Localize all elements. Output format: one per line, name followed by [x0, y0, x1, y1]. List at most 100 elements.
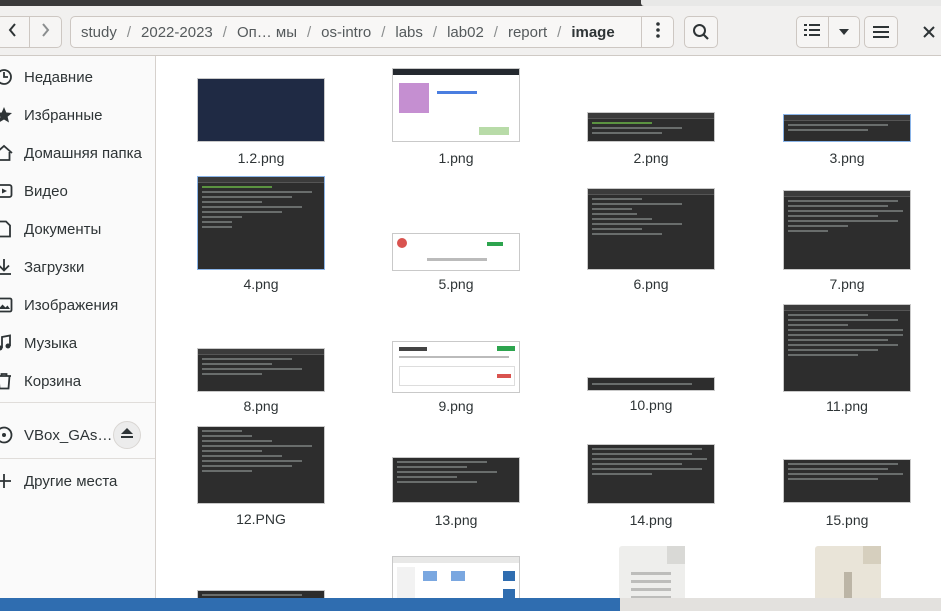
file-name: 11.png [826, 398, 868, 414]
sidebar-item-label: VBox_GAs… [24, 426, 113, 444]
file-name: 6.png [633, 276, 669, 292]
sidebar-item-documents[interactable]: Документы [0, 210, 155, 248]
list-view-icon [804, 23, 821, 42]
file-name: 12.PNG [236, 511, 286, 527]
document-file-icon[interactable] [619, 546, 685, 604]
sidebar-item-recent[interactable]: Недавние [0, 58, 155, 96]
eject-icon [120, 426, 134, 444]
music-icon [0, 333, 14, 353]
file-name: 7.png [829, 276, 865, 292]
history-buttons [0, 16, 62, 48]
disc-icon [0, 425, 14, 445]
file-name: 14.png [629, 512, 673, 528]
chevron-down-icon [838, 23, 850, 41]
breadcrumb-image[interactable]: image [561, 24, 624, 41]
download-icon [0, 257, 14, 277]
file-name: 2.png [633, 150, 669, 166]
sidebar-item-label: Загрузки [24, 258, 85, 276]
file-thumbnail [392, 68, 520, 142]
hamburger-icon [873, 25, 889, 39]
sidebar: Недавние Избранные Домашняя папка Видео … [0, 56, 156, 604]
file-thumbnail [197, 78, 325, 142]
taskbar-strip [0, 598, 941, 611]
sidebar-item-label: Домашняя папка [24, 144, 142, 162]
file-thumbnail [783, 114, 911, 142]
file-name: 15.png [825, 512, 869, 528]
close-button[interactable] [916, 16, 941, 48]
sidebar-item-starred[interactable]: Избранные [0, 96, 155, 134]
sidebar-item-label: Избранные [24, 106, 103, 124]
search-icon [692, 23, 710, 41]
breadcrumb-lab02[interactable]: lab02 [437, 24, 494, 41]
file-thumbnail [587, 377, 715, 391]
sidebar-item-other-locations[interactable]: Другие места [0, 462, 155, 500]
file-name: 13.png [434, 512, 478, 528]
file-thumbnail [392, 457, 520, 503]
file-name: 10.png [629, 397, 673, 413]
sidebar-item-label: Другие места [24, 472, 118, 490]
file-name: 3.png [829, 150, 865, 166]
path-menu-button[interactable] [641, 17, 673, 47]
sidebar-divider [0, 402, 155, 403]
sidebar-divider [0, 458, 155, 459]
chevron-right-icon [39, 22, 51, 42]
sidebar-item-music[interactable]: Музыка [0, 324, 155, 362]
file-name: 1.png [438, 150, 474, 166]
sidebar-item-pictures[interactable]: Изображения [0, 286, 155, 324]
list-view-button[interactable] [797, 17, 828, 47]
breadcrumb-year[interactable]: 2022-2023 [131, 24, 223, 41]
file-thumbnail [197, 176, 325, 270]
header-bar: study / 2022-2023 / Оп… мы / os-intro / … [0, 6, 941, 56]
sidebar-item-label: Музыка [24, 334, 78, 352]
file-thumbnail [197, 348, 325, 392]
view-options-button[interactable] [827, 17, 860, 47]
file-name: 1.2.png [237, 150, 285, 166]
video-icon [0, 181, 14, 201]
file-name: 4.png [243, 276, 279, 292]
clock-icon [0, 67, 14, 87]
file-thumbnail [197, 426, 325, 504]
file-grid: 1.2.png 1.png 2.png 3.png 4.png 5.png 6.… [156, 56, 941, 604]
vertical-dots-icon [655, 21, 660, 43]
file-thumbnail [587, 444, 715, 504]
trash-icon [0, 371, 14, 391]
document-icon [0, 219, 14, 239]
forward-button[interactable] [28, 17, 62, 47]
file-name: 8.png [243, 398, 279, 414]
close-icon [923, 26, 935, 38]
file-name: 9.png [438, 398, 474, 414]
plus-icon [0, 471, 14, 491]
sidebar-item-label: Документы [24, 220, 102, 238]
sidebar-item-trash[interactable]: Корзина [0, 362, 155, 400]
breadcrumb-course[interactable]: Оп… мы [227, 24, 307, 41]
breadcrumb-report[interactable]: report [498, 24, 557, 41]
sidebar-item-downloads[interactable]: Загрузки [0, 248, 155, 286]
main-menu-button[interactable] [864, 16, 898, 48]
view-switcher [796, 16, 860, 48]
sidebar-item-device[interactable]: VBox_GAs… [0, 416, 155, 454]
chevron-left-icon [7, 22, 19, 42]
search-button[interactable] [684, 16, 718, 48]
file-thumbnail [392, 341, 520, 393]
file-thumbnail [392, 556, 520, 604]
breadcrumb-labs[interactable]: labs [385, 24, 433, 41]
file-name: 5.png [438, 276, 474, 292]
back-button[interactable] [0, 17, 29, 47]
breadcrumb-study[interactable]: study [71, 24, 127, 41]
file-thumbnail [392, 233, 520, 271]
file-thumbnail [783, 190, 911, 270]
path-bar: study / 2022-2023 / Оп… мы / os-intro / … [70, 16, 674, 48]
breadcrumb-os-intro[interactable]: os-intro [311, 24, 381, 41]
sidebar-item-videos[interactable]: Видео [0, 172, 155, 210]
sidebar-item-label: Изображения [24, 296, 119, 314]
file-thumbnail [783, 304, 911, 392]
file-thumbnail [587, 188, 715, 270]
file-thumbnail [783, 459, 911, 503]
eject-button[interactable] [113, 421, 141, 449]
sidebar-item-home[interactable]: Домашняя папка [0, 134, 155, 172]
image-icon [0, 295, 14, 315]
sidebar-item-label: Корзина [24, 372, 82, 390]
sidebar-item-label: Недавние [24, 68, 93, 86]
archive-file-icon[interactable] [815, 546, 881, 604]
star-icon [0, 105, 14, 125]
